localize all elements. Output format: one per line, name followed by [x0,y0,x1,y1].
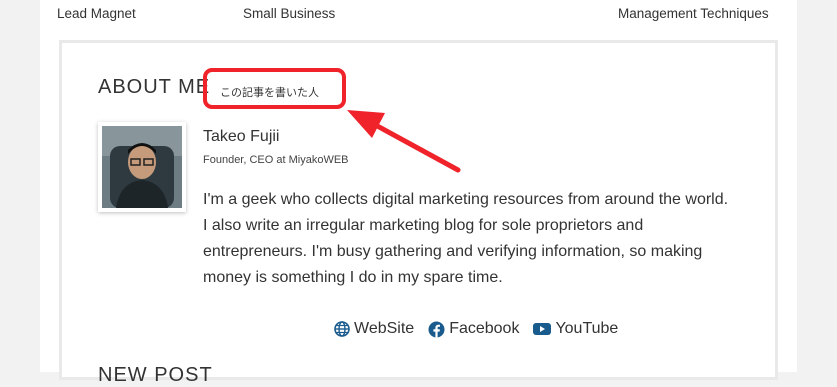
youtube-link-label: YouTube [555,320,619,337]
related-post-label-lead-magnet[interactable]: Lead Magnet [57,6,136,21]
related-post-label-small-business[interactable]: Small Business [243,6,335,21]
related-post-label-management[interactable]: Management Techniques [618,6,769,21]
facebook-icon [428,321,445,338]
bio-line: I'm a geek who collects digital marketin… [203,191,729,208]
website-link[interactable]: WebSite [334,320,414,338]
bio-line: entrepreneurs. I'm busy gathering and ve… [203,243,703,260]
facebook-link[interactable]: Facebook [428,320,519,338]
annotation-highlight-box [203,68,346,109]
author-photo-icon [102,126,182,208]
author-bio: I'm a geek who collects digital marketin… [203,187,763,291]
bio-line: money is something I do in my spare time… [203,269,503,286]
website-link-label: WebSite [354,320,415,337]
bio-line: I also write an irregular marketing blog… [203,217,644,234]
globe-icon [334,321,350,337]
about-me-heading: ABOUT ME [98,76,211,98]
youtube-icon [533,323,552,335]
author-role: Founder, CEO at MiyakoWEB [203,154,349,166]
new-post-heading: NEW POST [98,364,213,386]
youtube-link[interactable]: YouTube [533,320,618,338]
social-links: WebSite Facebook YouTube [334,318,632,340]
author-name: Takeo Fujii [203,128,280,145]
author-avatar [98,122,186,212]
facebook-link-label: Facebook [449,320,520,337]
